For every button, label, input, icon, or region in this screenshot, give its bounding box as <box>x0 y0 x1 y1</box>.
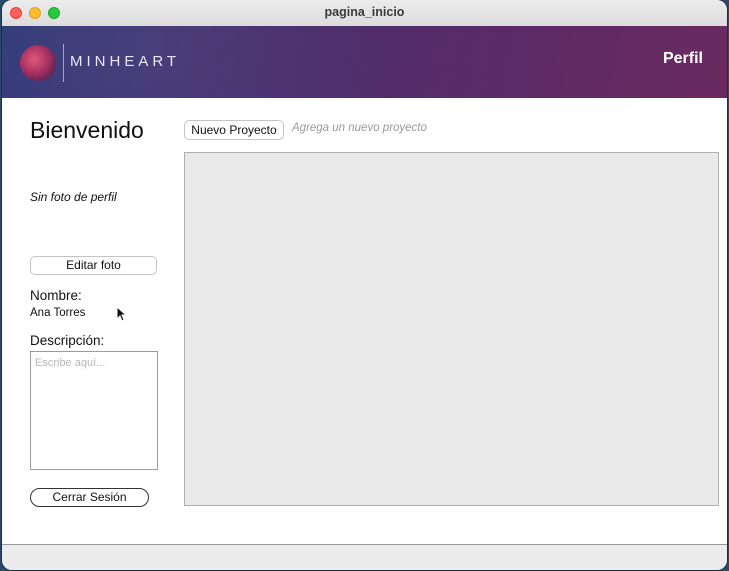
edit-photo-button[interactable]: Editar foto <box>30 256 157 275</box>
logout-button[interactable]: Cerrar Sesión <box>30 488 149 507</box>
pointer-cursor-icon <box>116 306 126 322</box>
status-bar <box>2 544 727 570</box>
title-bar[interactable]: pagina_inicio <box>2 0 727 27</box>
name-label: Nombre: <box>30 288 82 303</box>
orb-logo-icon <box>20 45 56 81</box>
projects-panel[interactable] <box>184 152 719 506</box>
welcome-heading: Bienvenido <box>30 117 144 143</box>
logo-divider <box>63 44 64 82</box>
header-banner: MINHEART Perfil <box>2 26 727 98</box>
app-window: pagina_inicio MINHEART Perfil Bienvenido… <box>2 0 727 570</box>
description-textarea[interactable] <box>30 351 158 470</box>
profile-link[interactable]: Perfil <box>663 50 703 68</box>
new-project-hint: Agrega un nuevo proyecto <box>292 122 427 134</box>
name-value: Ana Torres <box>30 307 86 319</box>
description-label: Descripción: <box>30 333 105 348</box>
brand-name: MINHEART <box>70 53 181 70</box>
window-title: pagina_inicio <box>324 5 405 19</box>
profile-photo-placeholder: Sin foto de perfil <box>30 190 117 204</box>
new-project-button[interactable]: Nuevo Proyecto <box>184 120 284 140</box>
